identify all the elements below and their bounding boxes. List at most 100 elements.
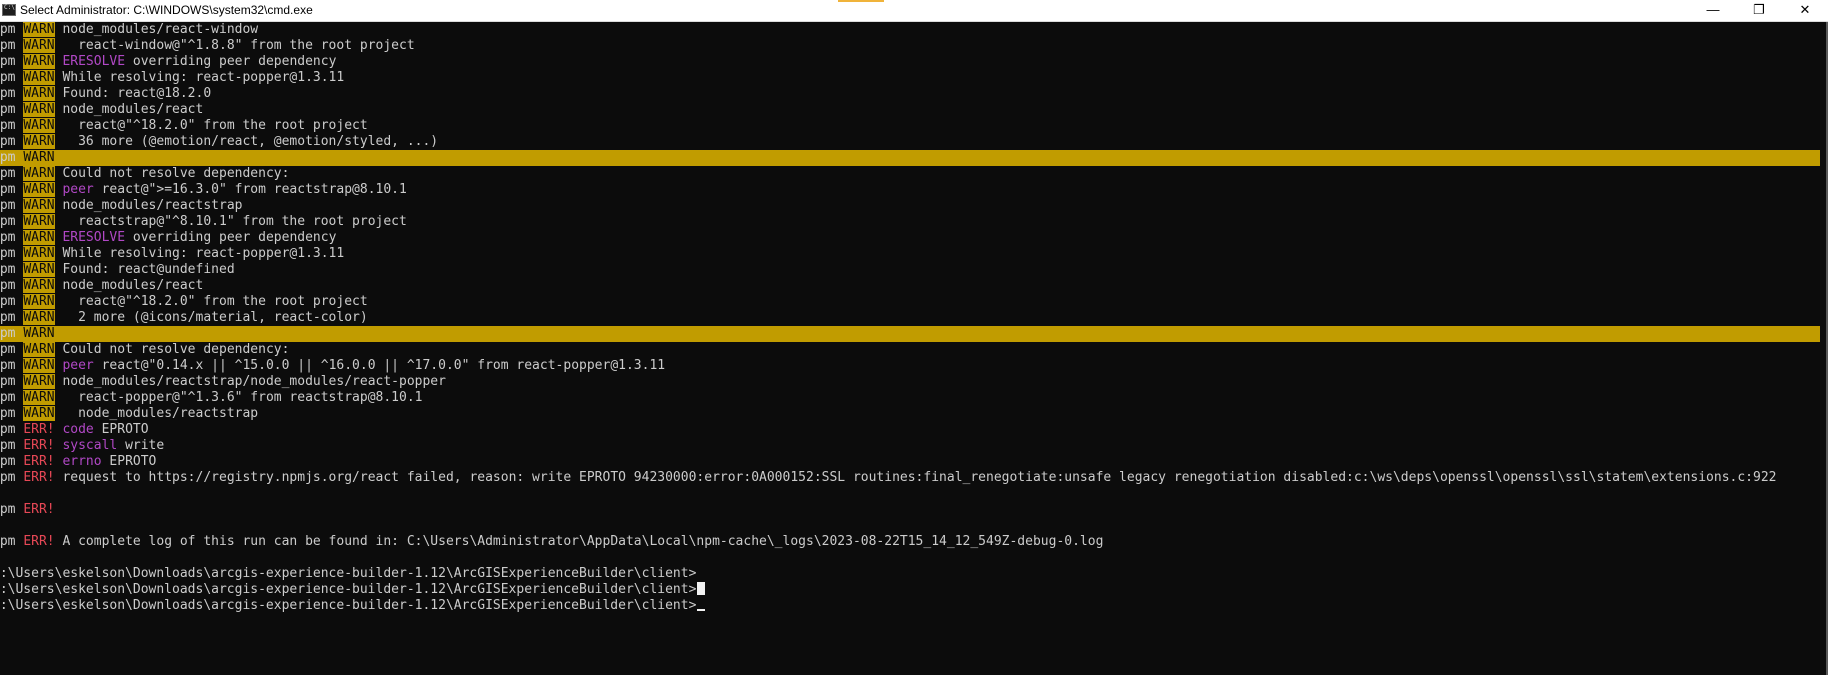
- terminal-line: C:\Users\eskelson\Downloads\arcgis-exper…: [0, 582, 706, 598]
- terminal-line: npm WARN 2 more (@icons/material, react-…: [0, 310, 368, 326]
- line-text: reactstrap@"^8.10.1" from the root proje…: [62, 214, 407, 229]
- line-prefix: npm: [0, 438, 16, 453]
- err-tag: ERR!: [23, 422, 55, 437]
- warn-tag: WARN: [23, 214, 55, 229]
- maximize-button[interactable]: ❐: [1736, 0, 1782, 22]
- warn-tag: WARN: [23, 262, 55, 277]
- warn-tag: WARN: [23, 38, 55, 53]
- terminal-line-highlight: npm WARN: [0, 150, 1820, 166]
- command-prompt: C:\Users\eskelson\Downloads\arcgis-exper…: [0, 566, 697, 581]
- terminal-line: npm WARN Found: react@18.2.0: [0, 86, 211, 102]
- line-prefix: npm: [0, 38, 16, 53]
- warn-tag: WARN: [23, 166, 55, 181]
- warn-tag: WARN: [23, 86, 55, 101]
- line-prefix: npm: [0, 246, 16, 261]
- terminal-line: npm ERR! errno EPROTO: [0, 454, 156, 470]
- keyword: ERESOLVE: [62, 54, 126, 69]
- line-text: Could not resolve dependency:: [62, 166, 290, 181]
- window-title: Select Administrator: C:\WINDOWS\system3…: [20, 3, 313, 17]
- terminal-line: npm WARN While resolving: react-popper@1…: [0, 246, 344, 262]
- line-prefix: npm: [0, 502, 16, 517]
- line-text: write: [117, 438, 165, 453]
- line-text: react-window@"^1.8.8" from the root proj…: [62, 38, 415, 53]
- terminal-line: npm WARN react-window@"^1.8.8" from the …: [0, 38, 415, 54]
- terminal-line: npm WARN 36 more (@emotion/react, @emoti…: [0, 134, 438, 150]
- terminal-line: npm WARN node_modules/reactstrap: [0, 198, 242, 214]
- line-prefix: npm: [0, 262, 16, 277]
- terminal-line: C:\Users\eskelson\Downloads\arcgis-exper…: [0, 598, 706, 614]
- warn-tag: WARN: [23, 374, 55, 389]
- line-text: 36 more (@emotion/react, @emotion/styled…: [62, 134, 439, 149]
- warn-tag: WARN: [23, 70, 55, 85]
- line-prefix: npm: [0, 534, 16, 549]
- line-prefix: npm: [0, 214, 16, 229]
- line-prefix: npm: [0, 422, 16, 437]
- line-text: EPROTO: [101, 454, 157, 469]
- err-tag: ERR!: [23, 454, 55, 469]
- line-text: A complete log of this run can be found …: [62, 534, 1104, 549]
- minimize-button[interactable]: —: [1690, 0, 1736, 22]
- line-prefix: npm: [0, 86, 16, 101]
- line-prefix: npm: [0, 102, 16, 117]
- line-text: overriding peer dependency: [125, 230, 337, 245]
- text-cursor: [697, 582, 706, 595]
- line-prefix: npm: [0, 166, 16, 181]
- terminal-line: npm ERR! syscall write: [0, 438, 164, 454]
- terminal-line: npm ERR! A complete log of this run can …: [0, 534, 1103, 550]
- line-prefix: npm: [0, 470, 16, 485]
- line-text: react@">=16.3.0" from reactstrap@8.10.1: [93, 182, 407, 197]
- terminal-line-highlight: npm WARN: [0, 326, 1820, 342]
- err-tag: ERR!: [23, 534, 55, 549]
- close-button[interactable]: ✕: [1782, 0, 1828, 22]
- err-tag: ERR!: [23, 470, 55, 485]
- keyword: syscall: [62, 438, 118, 453]
- warn-tag: WARN: [23, 326, 55, 341]
- terminal-line: npm ERR! code EPROTO: [0, 422, 149, 438]
- warn-tag: WARN: [23, 198, 55, 213]
- warn-tag: WARN: [23, 390, 55, 405]
- line-prefix: npm: [0, 70, 16, 85]
- line-text: node_modules/react: [62, 102, 204, 117]
- terminal-line: npm WARN react@"^18.2.0" from the root p…: [0, 118, 368, 134]
- warn-tag: WARN: [23, 102, 55, 117]
- warn-tag: WARN: [23, 22, 55, 37]
- line-prefix: npm: [0, 326, 16, 341]
- line-prefix: npm: [0, 342, 16, 357]
- terminal-line: npm ERR!: [0, 502, 62, 518]
- line-text: node_modules/reactstrap: [62, 198, 243, 213]
- line-text: node_modules/reactstrap: [62, 406, 259, 421]
- terminal-line: npm WARN react-popper@"^1.3.6" from reac…: [0, 390, 422, 406]
- terminal-line: npm WARN ERESOLVE overriding peer depend…: [0, 230, 336, 246]
- terminal-line: npm WARN ERESOLVE overriding peer depend…: [0, 54, 336, 70]
- line-text: EPROTO: [93, 422, 149, 437]
- line-text: request to https://registry.npmjs.org/re…: [62, 470, 1777, 485]
- line-prefix: npm: [0, 294, 16, 309]
- line-prefix: npm: [0, 278, 16, 293]
- line-prefix: npm: [0, 182, 16, 197]
- terminal-line: npm WARN node_modules/react-window: [0, 22, 258, 38]
- terminal-line: npm WARN Could not resolve dependency:: [0, 342, 289, 358]
- keyword: peer: [62, 182, 94, 197]
- line-prefix: npm: [0, 118, 16, 133]
- line-prefix: npm: [0, 54, 16, 69]
- line-text: Found: react@18.2.0: [62, 86, 212, 101]
- line-text: react@"0.14.x || ^15.0.0 || ^16.0.0 || ^…: [93, 358, 666, 373]
- terminal-output[interactable]: npm WARN node_modules/react-windownpm WA…: [0, 22, 1828, 675]
- keyword: errno: [62, 454, 102, 469]
- warn-tag: WARN: [23, 310, 55, 325]
- command-prompt: C:\Users\eskelson\Downloads\arcgis-exper…: [0, 582, 697, 597]
- command-prompt: C:\Users\eskelson\Downloads\arcgis-exper…: [0, 598, 697, 613]
- line-prefix: npm: [0, 390, 16, 405]
- terminal-line: npm WARN While resolving: react-popper@1…: [0, 70, 344, 86]
- warn-tag: WARN: [23, 118, 55, 133]
- line-text: react@"^18.2.0" from the root project: [62, 118, 368, 133]
- cmd-app-icon[interactable]: [2, 4, 16, 16]
- window-titlebar[interactable]: Select Administrator: C:\WINDOWS\system3…: [0, 0, 1828, 22]
- terminal-line: npm WARN node_modules/react: [0, 102, 203, 118]
- terminal-line: npm WARN reactstrap@"^8.10.1" from the r…: [0, 214, 407, 230]
- warn-tag: WARN: [23, 358, 55, 373]
- line-prefix: npm: [0, 358, 16, 373]
- keyword: code: [62, 422, 94, 437]
- warn-tag: WARN: [23, 406, 55, 421]
- warn-tag: WARN: [23, 246, 55, 261]
